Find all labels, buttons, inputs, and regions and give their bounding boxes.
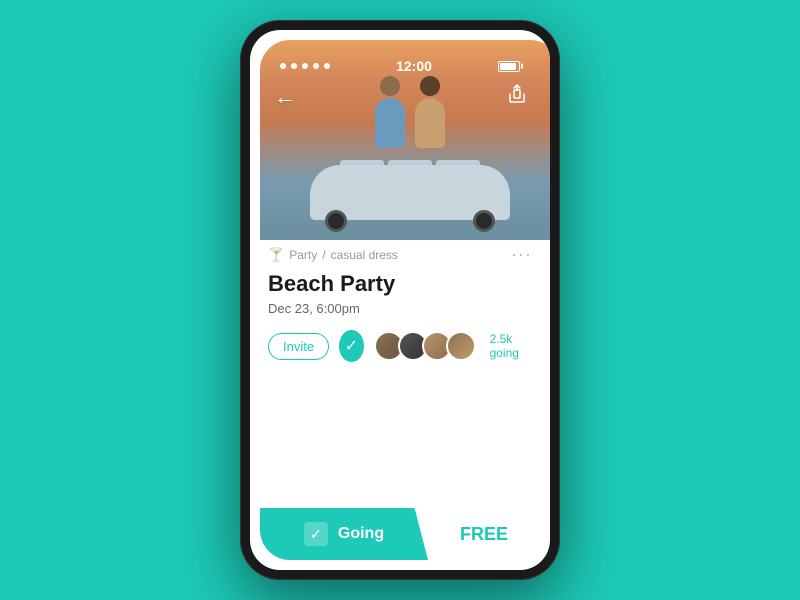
person-1 bbox=[375, 76, 405, 148]
back-button[interactable]: ← bbox=[274, 84, 296, 110]
signal-dot bbox=[291, 63, 297, 69]
avatar-group bbox=[374, 331, 476, 361]
status-icons bbox=[498, 61, 520, 72]
separator: / bbox=[322, 248, 325, 262]
free-label: FREE bbox=[460, 524, 508, 545]
signal-dot bbox=[302, 63, 308, 69]
event-category: 🍸 Party / casual dress bbox=[268, 247, 398, 263]
phone-screen: 12:00 bbox=[250, 30, 550, 570]
battery-fill bbox=[500, 63, 516, 70]
event-meta: 🍸 Party / casual dress ··· bbox=[268, 244, 532, 265]
phone-frame: 12:00 bbox=[240, 20, 560, 580]
going-checkbox-icon: ✓ bbox=[304, 522, 328, 546]
share-button[interactable] bbox=[508, 84, 526, 109]
van-wheels bbox=[325, 210, 495, 232]
event-title: Beach Party bbox=[268, 271, 532, 297]
attendees-row: Invite ✓ 2.5k going bbox=[268, 330, 532, 362]
van-wheel-front bbox=[325, 210, 347, 232]
person-1-body bbox=[375, 98, 405, 148]
party-icon: 🍸 bbox=[268, 247, 284, 263]
free-section[interactable]: FREE bbox=[428, 508, 540, 560]
person-2 bbox=[415, 76, 445, 148]
going-count: 2.5k going bbox=[490, 332, 532, 360]
signal-dot bbox=[280, 63, 286, 69]
more-options-button[interactable]: ··· bbox=[511, 244, 532, 265]
battery-icon bbox=[498, 61, 520, 72]
event-date: Dec 23, 6:00pm bbox=[268, 301, 532, 316]
van-body bbox=[310, 160, 510, 240]
signal-dot bbox=[324, 63, 330, 69]
content-area: 🍸 Party / casual dress ··· Beach Party D… bbox=[250, 230, 550, 362]
going-section[interactable]: ✓ Going bbox=[260, 508, 428, 560]
invite-button[interactable]: Invite bbox=[268, 333, 329, 360]
status-bar: 12:00 bbox=[260, 40, 540, 84]
signal-dot bbox=[313, 63, 319, 69]
going-label: Going bbox=[338, 525, 384, 543]
category-label: Party bbox=[289, 248, 317, 262]
screen-inner: 12:00 bbox=[250, 30, 550, 570]
van-wheel-rear bbox=[473, 210, 495, 232]
dress-code: casual dress bbox=[331, 248, 398, 262]
status-time: 12:00 bbox=[396, 58, 432, 74]
van-scene bbox=[260, 110, 550, 240]
signal-dots bbox=[280, 63, 330, 69]
bottom-bar: ✓ Going FREE bbox=[260, 508, 540, 560]
person-2-body bbox=[415, 98, 445, 148]
attendee-avatar-4 bbox=[446, 331, 476, 361]
going-check-icon[interactable]: ✓ bbox=[339, 330, 364, 362]
